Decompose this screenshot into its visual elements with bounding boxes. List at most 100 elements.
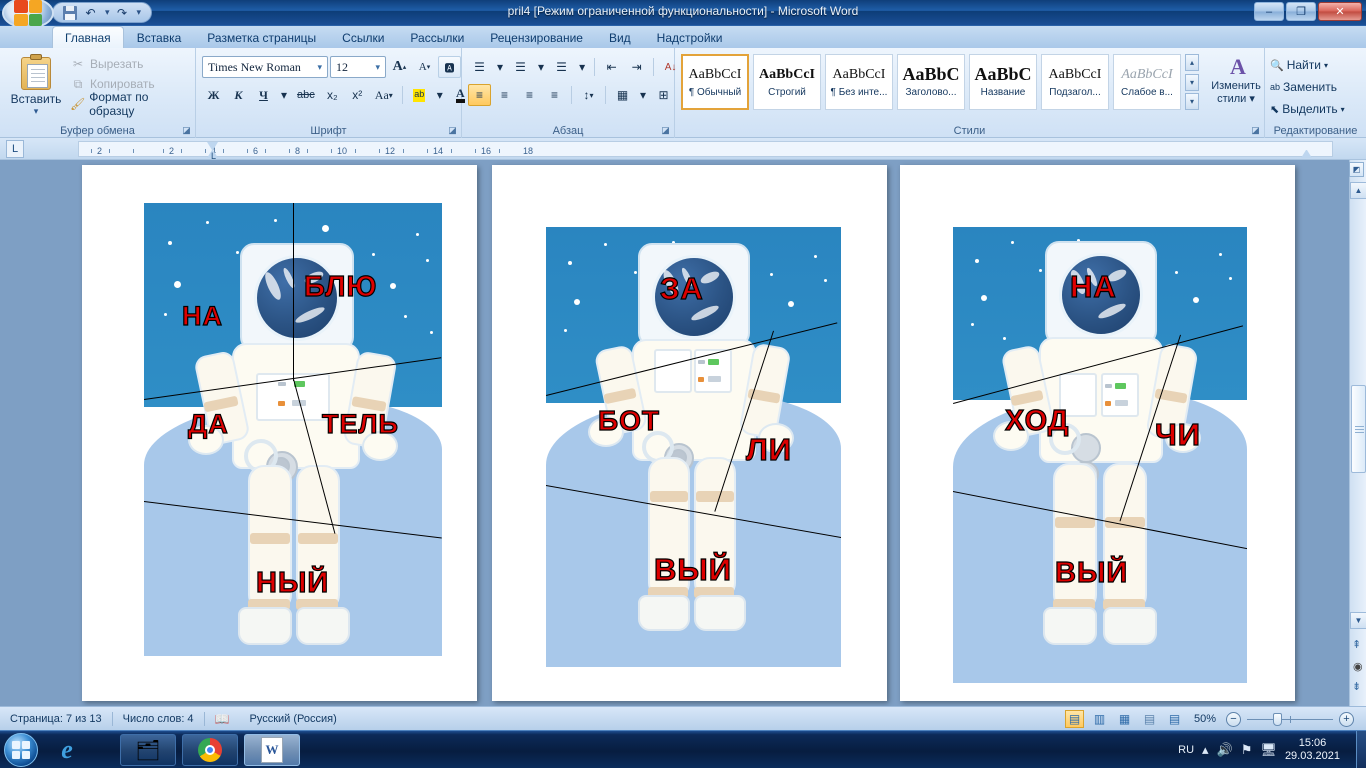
language-indicator[interactable]: RU [1178, 744, 1194, 756]
underline-dropdown-icon[interactable]: ▾ [277, 84, 291, 106]
increase-indent-button[interactable]: ⇥ [625, 56, 648, 78]
restore-button[interactable]: ❐ [1286, 2, 1316, 21]
outline-view-button[interactable]: ▤ [1140, 710, 1159, 728]
first-line-indent-marker[interactable] [207, 142, 218, 150]
office-button[interactable] [2, 0, 54, 29]
clock[interactable]: 15:06 29.03.2021 [1285, 737, 1340, 763]
full-screen-reading-button[interactable]: ▥ [1090, 710, 1109, 728]
tab-mailings[interactable]: Рассылки [397, 26, 477, 48]
borders-button[interactable]: ⊞ [652, 84, 675, 106]
save-button[interactable] [61, 4, 78, 21]
grow-font-button[interactable]: A ▴ [388, 56, 411, 78]
font-dialog-launcher[interactable]: ◪ [447, 125, 458, 136]
word-count-status[interactable]: Число слов: 4 [113, 710, 204, 728]
zoom-slider-handle[interactable] [1273, 712, 1282, 726]
select-button[interactable]: ⬉ Выделить ▾ [1267, 98, 1345, 120]
styles-scroll-up-button[interactable]: ▴ [1185, 54, 1199, 71]
styles-dialog-launcher[interactable]: ◪ [1250, 125, 1261, 136]
numbering-button[interactable]: ☰ [509, 56, 532, 78]
document-page[interactable]: НА ХОД ЧИ ВЫЙ [900, 165, 1295, 701]
undo-button[interactable]: ↶ [82, 4, 99, 21]
scrollbar-thumb[interactable] [1351, 385, 1366, 473]
show-hidden-icons-button[interactable]: ▴ [1202, 742, 1209, 758]
redo-button[interactable]: ↷ [114, 4, 131, 21]
web-layout-view-button[interactable]: ▦ [1115, 710, 1134, 728]
horizontal-ruler[interactable]: 2 2 4 6 8 10 12 14 16 18 L [78, 141, 1333, 161]
paste-dropdown-icon[interactable]: ▾ [8, 106, 64, 117]
find-dropdown-icon[interactable]: ▾ [1324, 61, 1328, 70]
clear-formatting-button[interactable]: 🅰 [438, 56, 461, 78]
taskbar-item-file-explorer[interactable]: 🗂 [120, 734, 176, 766]
clipboard-dialog-launcher[interactable]: ◪ [181, 125, 192, 136]
shading-button[interactable]: ▦ [611, 84, 634, 106]
cut-button[interactable]: ✂ Вырезать [70, 54, 190, 74]
style-item-strong[interactable]: AaBbCcI Строгий [753, 54, 821, 110]
show-desktop-button[interactable] [1356, 731, 1366, 768]
paste-button[interactable]: Вставить ▾ [8, 54, 64, 117]
align-right-button[interactable]: ≡ [518, 84, 541, 106]
language-status[interactable]: Русский (Россия) [240, 710, 347, 728]
decrease-indent-button[interactable]: ⇤ [600, 56, 623, 78]
taskbar-item-microsoft-word[interactable]: W [244, 734, 300, 766]
document-page[interactable]: НА БЛЮ ДА ТЕЛЬ НЫЙ [82, 165, 477, 701]
print-layout-view-button[interactable]: ▤ [1065, 710, 1084, 728]
style-item-heading[interactable]: AaBbC Заголово... [897, 54, 965, 110]
align-center-button[interactable]: ≡ [493, 84, 516, 106]
browse-object-button[interactable]: ◉ [1353, 660, 1363, 673]
taskbar-item-internet-explorer[interactable]: e [46, 735, 88, 765]
start-button[interactable] [4, 733, 38, 767]
close-button[interactable]: ✕ [1318, 2, 1362, 21]
shrink-font-button[interactable]: A ▾ [413, 56, 436, 78]
bold-button[interactable]: Ж [202, 84, 225, 106]
styles-more-button[interactable]: ▾ [1185, 93, 1199, 110]
replace-button[interactable]: ab Заменить [1267, 76, 1345, 98]
font-name-caret-icon[interactable]: ▾ [314, 62, 325, 73]
page-number-status[interactable]: Страница: 7 из 13 [0, 710, 112, 728]
scroll-up-button[interactable]: ▲ [1350, 182, 1366, 199]
find-button[interactable]: 🔍 Найти ▾ [1267, 54, 1345, 76]
minimize-button[interactable]: – [1254, 2, 1284, 21]
tab-view[interactable]: Вид [596, 26, 644, 48]
style-item-no-spacing[interactable]: AaBbCcI ¶ Без инте... [825, 54, 893, 110]
underline-button[interactable]: Ч [252, 84, 275, 106]
highlight-dropdown-icon[interactable]: ▾ [433, 84, 447, 106]
select-browse-object-button[interactable]: ◩ [1349, 162, 1365, 178]
customize-qat-icon[interactable]: ▾ [137, 7, 142, 18]
multilevel-dropdown-icon[interactable]: ▾ [575, 56, 589, 78]
numbering-dropdown-icon[interactable]: ▾ [534, 56, 548, 78]
tab-home[interactable]: Главная [52, 26, 124, 48]
vertical-scrollbar[interactable]: ◩ ▲ ▼ ⇞ ◉ ⇟ [1349, 160, 1366, 706]
scroll-down-button[interactable]: ▼ [1350, 612, 1366, 629]
taskbar-item-google-chrome[interactable] [182, 734, 238, 766]
strikethrough-button[interactable]: abc [293, 84, 319, 106]
zoom-slider-track[interactable] [1247, 712, 1333, 726]
proofing-status[interactable]: 📖 [205, 710, 240, 728]
network-icon[interactable]: ⚑ [1241, 742, 1253, 758]
tab-addins[interactable]: Надстройки [644, 26, 736, 48]
tab-page-layout[interactable]: Разметка страницы [194, 26, 329, 48]
subscript-button[interactable]: x₂ [321, 84, 344, 106]
document-canvas[interactable]: НА БЛЮ ДА ТЕЛЬ НЫЙ ЗА БОТ ЛИ ВЫЙ НА ХОД … [0, 160, 1366, 706]
zoom-out-button[interactable]: − [1226, 711, 1241, 727]
justify-button[interactable]: ≡ [543, 84, 566, 106]
right-indent-marker[interactable] [1301, 150, 1312, 158]
paragraph-dialog-launcher[interactable]: ◪ [660, 125, 671, 136]
format-painter-button[interactable]: 🖌 Формат по образцу [70, 90, 190, 118]
change-case-button[interactable]: Aa ▾ [371, 84, 397, 106]
document-page[interactable]: ЗА БОТ ЛИ ВЫЙ [492, 165, 887, 701]
font-size-caret-icon[interactable]: ▾ [372, 62, 383, 73]
text-highlight-button[interactable]: ab [408, 84, 431, 106]
superscript-button[interactable]: x² [346, 84, 369, 106]
tab-references[interactable]: Ссылки [329, 26, 397, 48]
undo-dropdown-icon[interactable]: ▾ [105, 7, 110, 18]
font-name-combobox[interactable]: Times New Roman ▾ [202, 56, 328, 78]
style-item-subtle-emphasis[interactable]: AaBbCcI Слабое в... [1113, 54, 1181, 110]
volume-icon[interactable]: 🔊 [1217, 742, 1233, 758]
style-item-title[interactable]: AaBbC Название [969, 54, 1037, 110]
tab-insert[interactable]: Вставка [124, 26, 195, 48]
tab-stop-selector[interactable]: L [6, 140, 24, 158]
next-page-button[interactable]: ⇟ [1352, 680, 1361, 693]
multilevel-list-button[interactable]: ☰ [550, 56, 573, 78]
shading-dropdown-icon[interactable]: ▾ [636, 84, 650, 106]
bullets-button[interactable]: ☰ [468, 56, 491, 78]
